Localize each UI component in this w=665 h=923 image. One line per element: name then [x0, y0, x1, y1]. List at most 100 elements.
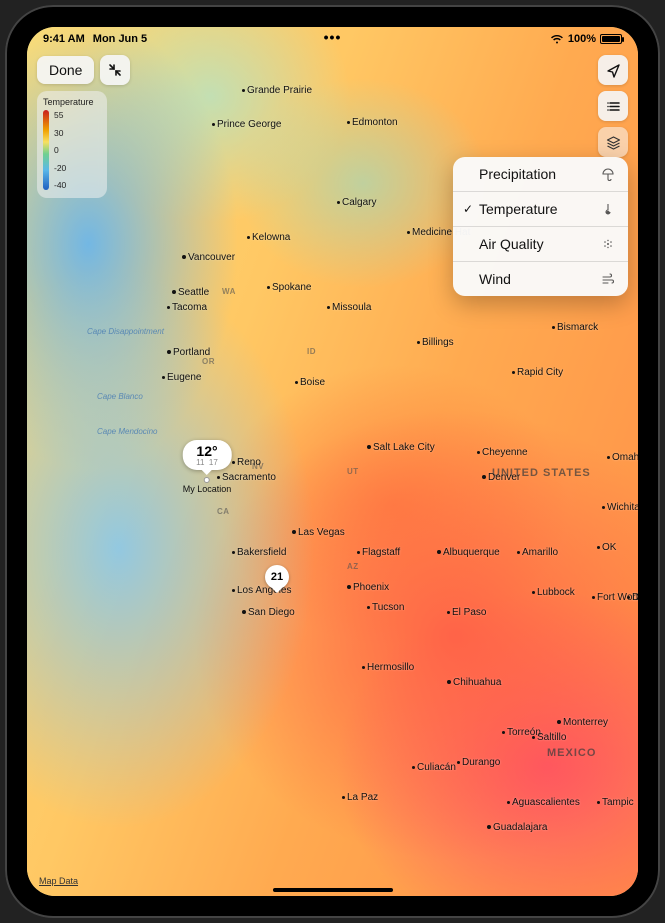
menu-label: Temperature — [479, 201, 600, 217]
city-label: Amarillo — [517, 547, 558, 558]
menu-label: Precipitation — [479, 166, 600, 182]
city-label: Albuquerque — [437, 547, 500, 558]
city-label: Lubbock — [532, 587, 575, 598]
my-location-caption: My Location — [183, 484, 232, 494]
wind-icon — [600, 272, 616, 286]
city-label: Flagstaff — [357, 547, 400, 558]
city-label: Seattle — [172, 287, 209, 298]
city-label: Saltillo — [532, 732, 566, 743]
city-label: Eugene — [162, 372, 201, 383]
state-abbr: WA — [222, 287, 236, 296]
layer-item-wind[interactable]: Wind — [453, 262, 628, 296]
temp-low: 11 — [196, 458, 204, 467]
city-label: Billings — [417, 337, 454, 348]
city-label: Phoenix — [347, 582, 389, 593]
state-abbr: UT — [347, 467, 359, 476]
city-label: Vancouver — [182, 252, 235, 263]
city-label: Chihuahua — [447, 677, 501, 688]
legend-tick: 55 — [54, 110, 66, 120]
city-label: Reno — [232, 457, 261, 468]
city-label: Tampic — [597, 797, 634, 808]
my-location-pin[interactable]: 12° 11 17 My Location — [183, 440, 232, 494]
city-label: Hermosillo — [362, 662, 414, 673]
my-location-temp: 12° — [196, 443, 217, 459]
city-label: Denver — [482, 472, 520, 483]
location-list-button[interactable] — [598, 91, 628, 121]
city-label: Rapid City — [512, 367, 563, 378]
collapse-icon — [108, 63, 122, 77]
state-abbr: ID — [307, 347, 316, 356]
check-icon: ✓ — [463, 202, 479, 216]
region-label-mx: MEXICO — [547, 747, 596, 759]
location-arrow-icon — [606, 63, 621, 78]
city-label: Bismarck — [552, 322, 598, 333]
city-label: Spokane — [267, 282, 311, 293]
locate-me-button[interactable] — [598, 55, 628, 85]
city-label: San Diego — [242, 607, 295, 618]
multitask-dots-icon[interactable]: ••• — [324, 29, 342, 45]
layer-item-air-quality[interactable]: Air Quality — [453, 227, 628, 262]
city-label: Las Vegas — [292, 527, 345, 538]
city-label: Tacoma — [167, 302, 207, 313]
city-label: Omaha — [607, 452, 638, 463]
coast-label: Cape Mendocino — [97, 427, 157, 436]
legend-title: Temperature — [43, 97, 101, 107]
wifi-icon — [550, 34, 564, 44]
state-abbr: AZ — [347, 562, 359, 571]
city-label: Calgary — [337, 197, 376, 208]
legend-gradient — [43, 110, 49, 190]
temperature-legend: Temperature 55 30 0 -20 -40 — [37, 91, 107, 198]
coast-label: Cape Disappointment — [87, 327, 164, 336]
done-button[interactable]: Done — [37, 56, 94, 84]
city-label: El Paso — [447, 607, 486, 618]
city-label: Missoula — [327, 302, 371, 313]
city-label: Bakersfield — [232, 547, 286, 558]
battery-icon — [600, 34, 622, 44]
city-label: La Paz — [342, 792, 378, 803]
city-label: Portland — [167, 347, 210, 358]
screen: 9:41 AM Mon Jun 5 ••• 100% Done — [27, 27, 638, 896]
city-label: Grande Prairie — [242, 85, 312, 96]
pin-dot-icon — [204, 477, 210, 483]
city-label: Monterrey — [557, 717, 608, 728]
state-abbr: OR — [202, 357, 215, 366]
city-label: Prince George — [212, 119, 281, 130]
city-label: Boise — [295, 377, 325, 388]
status-time: 9:41 AM — [43, 33, 85, 45]
battery-pct: 100% — [568, 33, 596, 45]
layer-item-precipitation[interactable]: Precipitation — [453, 157, 628, 192]
collapse-button[interactable] — [100, 55, 130, 85]
thermometer-icon — [600, 202, 616, 216]
city-label: Guadalajara — [487, 822, 547, 833]
layers-button[interactable] — [598, 127, 628, 157]
city-label: Edmonton — [347, 117, 398, 128]
pin-value: 21 — [271, 571, 283, 583]
city-label: OK — [597, 542, 616, 553]
aqi-icon — [600, 237, 616, 251]
menu-label: Wind — [479, 271, 600, 287]
city-label: Salt Lake City — [367, 442, 435, 453]
legend-tick: -20 — [54, 163, 66, 173]
city-label: Cheyenne — [477, 447, 528, 458]
city-label: Tucson — [367, 602, 404, 613]
city-label: Durango — [457, 757, 500, 768]
legend-ticks: 55 30 0 -20 -40 — [54, 110, 66, 190]
layer-item-temperature[interactable]: ✓ Temperature — [453, 192, 628, 227]
home-indicator[interactable] — [273, 888, 393, 892]
layers-icon — [606, 135, 621, 150]
umbrella-icon — [600, 167, 616, 181]
map-data-link[interactable]: Map Data — [39, 876, 78, 886]
city-temp-pin[interactable]: 21 — [265, 565, 289, 589]
list-icon — [606, 99, 621, 114]
layer-menu: Precipitation ✓ Temperature Air Quality … — [453, 157, 628, 296]
legend-tick: 30 — [54, 128, 66, 138]
ipad-frame: 9:41 AM Mon Jun 5 ••• 100% Done — [5, 5, 660, 918]
done-label: Done — [49, 62, 82, 78]
state-abbr: CA — [217, 507, 230, 516]
city-label: Da — [627, 592, 638, 603]
city-label: Kelowna — [247, 232, 290, 243]
temp-high: 17 — [209, 458, 218, 467]
city-label: Aguascalientes — [507, 797, 580, 808]
legend-tick: 0 — [54, 145, 66, 155]
status-bar: 9:41 AM Mon Jun 5 ••• 100% — [27, 27, 638, 49]
